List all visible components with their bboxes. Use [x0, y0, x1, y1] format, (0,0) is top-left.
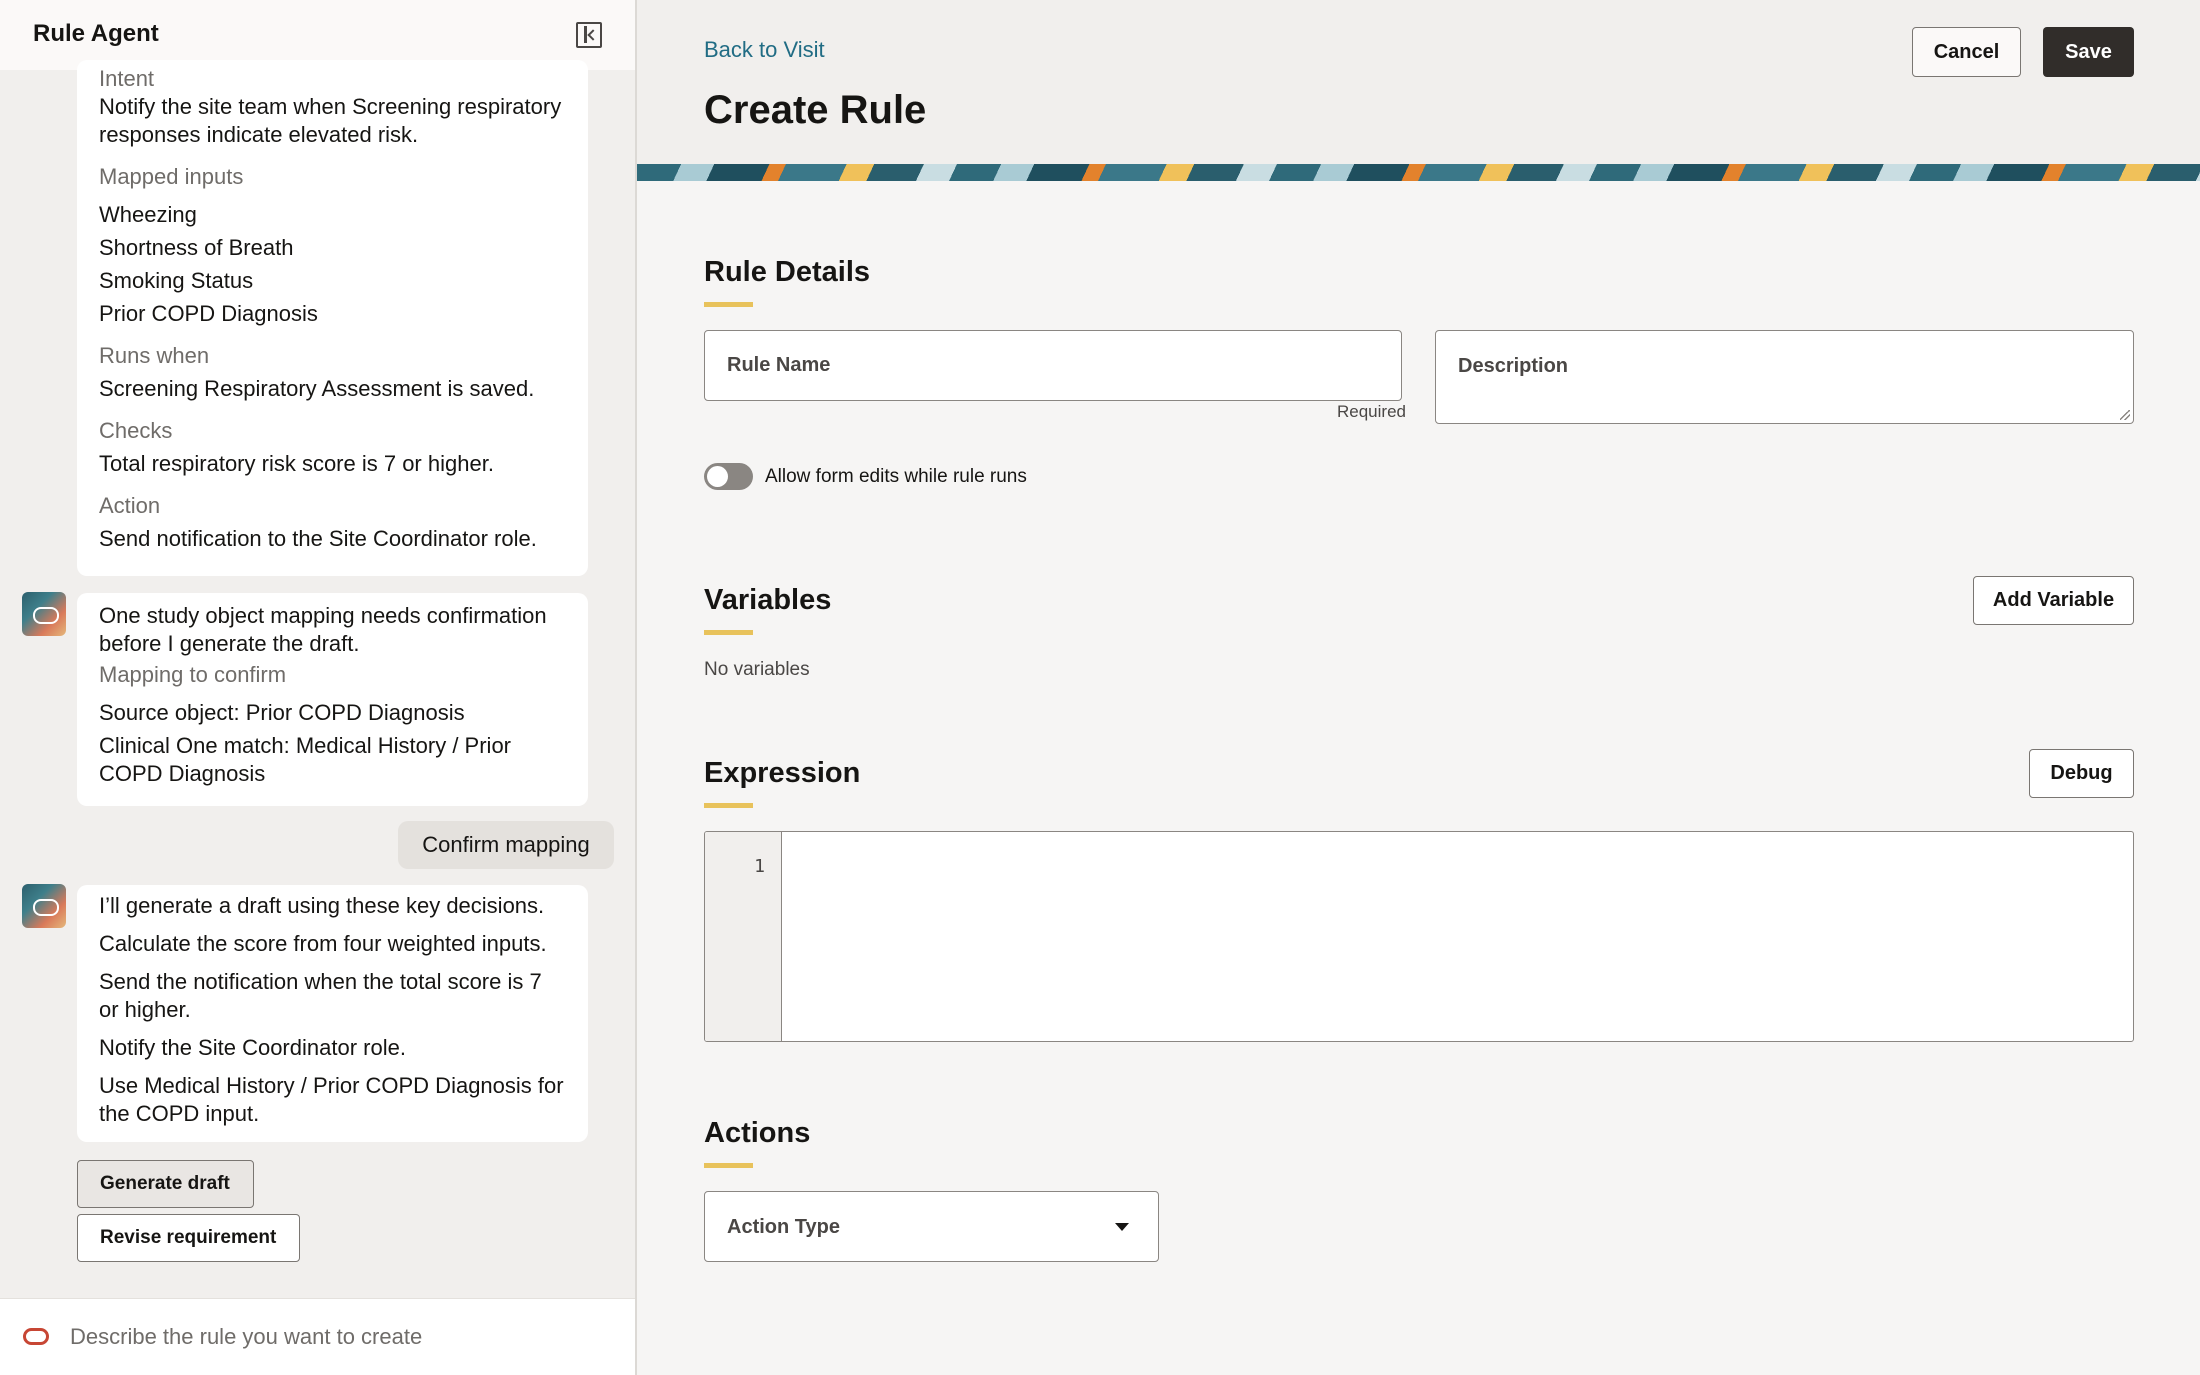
create-rule-page: Back to Visit Create Rule Cancel Save Ru…: [637, 0, 2200, 1375]
decision-item: Send the notification when the total sco…: [99, 969, 542, 1022]
action-type-label: Action Type: [727, 1216, 840, 1238]
expression-title: Expression: [704, 757, 861, 789]
section-underline: [704, 630, 753, 635]
decisions-intro: I’ll generate a draft using these key de…: [99, 893, 545, 918]
agent-avatar: [22, 592, 66, 636]
line-number: 1: [754, 856, 765, 877]
mapping-to-confirm-label: Mapping to confirm: [99, 662, 287, 687]
required-hint: Required: [1337, 402, 1406, 421]
mapping-message-text: One study object mapping needs confirmat…: [99, 603, 547, 656]
collapse-panel-icon[interactable]: [576, 22, 602, 48]
action-text: Send notification to the Site Coordinato…: [99, 526, 537, 551]
runs-when-text: Screening Respiratory Assessment is save…: [99, 376, 535, 401]
caret-down-icon: [1115, 1223, 1129, 1231]
section-underline: [704, 1163, 753, 1168]
mapping-match: Clinical One match: Medical History / Pr…: [99, 733, 512, 786]
add-variable-button[interactable]: Add Variable: [1973, 576, 2134, 625]
description-input[interactable]: [1436, 331, 2133, 423]
generate-draft-button[interactable]: Generate draft: [77, 1160, 254, 1208]
intent-text: Notify the site team when Screening resp…: [99, 94, 562, 147]
checks-label: Checks: [99, 418, 173, 443]
variables-title: Variables: [704, 584, 832, 616]
section-underline: [704, 803, 753, 808]
rule-name-field: [704, 330, 1402, 401]
line-number-gutter: 1: [705, 832, 782, 1041]
mapped-input: Wheezing: [99, 202, 197, 227]
summary-message: Intent Notify the site team when Screeni…: [77, 60, 588, 576]
confirm-mapping-message: Confirm mapping: [398, 821, 614, 869]
action-label: Action: [99, 493, 161, 518]
description-field: [1435, 330, 2134, 424]
section-underline: [704, 302, 753, 307]
agent-input-bar: [0, 1298, 635, 1375]
mapping-source: Source object: Prior COPD Diagnosis: [99, 700, 465, 725]
mapped-input: Smoking Status: [99, 268, 254, 293]
debug-button[interactable]: Debug: [2029, 749, 2134, 798]
action-type-select[interactable]: Action Type: [704, 1191, 1159, 1262]
decorative-banner: [637, 164, 2200, 181]
rule-agent-panel: Rule Agent Intent Notify the site team w…: [0, 0, 637, 1375]
allow-form-edits-toggle[interactable]: [704, 463, 753, 490]
oracle-logo-icon: [23, 1328, 49, 1345]
actions-title: Actions: [704, 1117, 811, 1149]
revise-requirement-button[interactable]: Revise requirement: [77, 1214, 300, 1262]
decisions-message: I’ll generate a draft using these key de…: [77, 885, 588, 1142]
cancel-button[interactable]: Cancel: [1912, 27, 2021, 77]
decision-item: Use Medical History / Prior COPD Diagnos…: [99, 1073, 564, 1126]
agent-title: Rule Agent: [33, 20, 159, 47]
back-to-visit-link[interactable]: Back to Visit: [704, 37, 825, 63]
rule-details-title: Rule Details: [704, 256, 870, 288]
mapping-message: One study object mapping needs confirmat…: [77, 593, 588, 806]
runs-when-label: Runs when: [99, 343, 210, 368]
intent-label: Intent: [99, 66, 155, 91]
page-header: Back to Visit Create Rule Cancel Save: [637, 0, 2200, 164]
save-button[interactable]: Save: [2043, 27, 2134, 77]
decision-item: Notify the Site Coordinator role.: [99, 1035, 406, 1060]
mapped-input: Shortness of Breath: [99, 235, 294, 260]
rule-name-input[interactable]: [705, 331, 1401, 400]
checks-text: Total respiratory risk score is 7 or hig…: [99, 451, 494, 476]
allow-form-edits-label: Allow form edits while rule runs: [765, 466, 1027, 487]
decision-item: Calculate the score from four weighted i…: [99, 931, 547, 956]
expression-editor[interactable]: 1: [704, 831, 2134, 1042]
page-title: Create Rule: [704, 88, 927, 132]
resize-handle-icon[interactable]: [2120, 410, 2130, 420]
no-variables-text: No variables: [704, 659, 810, 680]
agent-avatar: [22, 884, 66, 928]
mapped-inputs-label: Mapped inputs: [99, 164, 244, 189]
agent-prompt-input[interactable]: [70, 1317, 610, 1357]
mapped-input: Prior COPD Diagnosis: [99, 301, 318, 326]
